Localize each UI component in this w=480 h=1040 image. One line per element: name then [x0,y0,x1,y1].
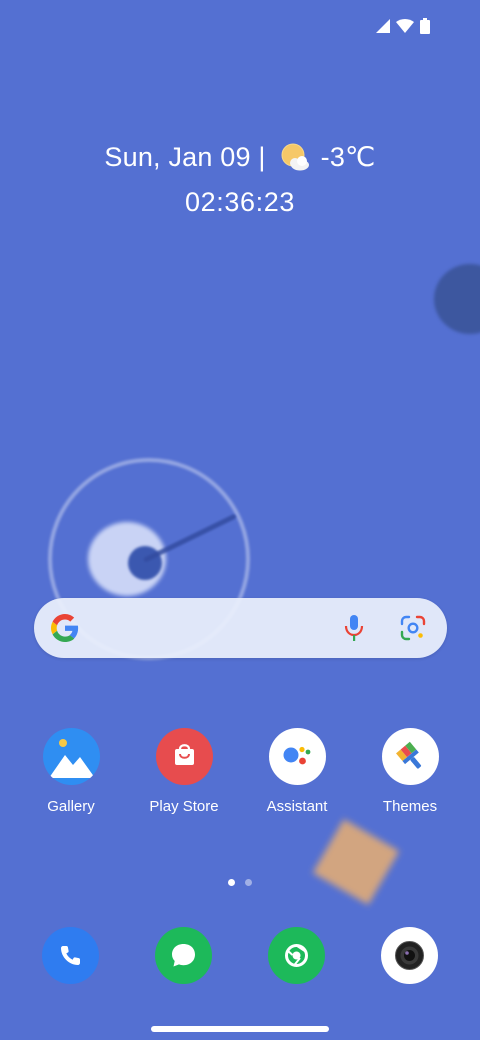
messages-icon[interactable] [155,927,212,984]
time-text: 02:36:23 [185,187,295,217]
date-weather-row: Sun, Jan 09 | -3℃ [0,138,480,176]
status-bar [376,18,430,34]
partly-sunny-icon [281,143,309,171]
app-assistant[interactable]: Assistant [242,728,352,816]
gesture-nav-bar[interactable] [151,1026,329,1032]
lens-icon[interactable] [400,615,426,641]
wallpaper-circle [434,264,480,334]
google-g-icon [51,614,79,642]
clock-widget[interactable]: Sun, Jan 09 | -3℃ 02:36:23 [0,138,480,221]
date-text: Sun, Jan 09 | [104,142,266,172]
camera-icon[interactable] [381,927,438,984]
chrome-icon[interactable] [268,927,325,984]
themes-icon [381,728,439,785]
wifi-icon [396,19,414,33]
cell-signal-icon [376,19,390,33]
battery-icon [420,18,430,34]
app-label: Themes [382,798,438,815]
app-play-store[interactable]: Play Store [129,728,239,816]
phone-icon[interactable] [42,927,99,984]
page-dot [245,879,252,886]
page-dot-active [228,879,235,886]
wallpaper-square [312,819,400,905]
home-screen: Sun, Jan 09 | -3℃ 02:36:23 Gallery Play … [0,0,480,1040]
play-store-icon [155,728,213,785]
app-themes[interactable]: Themes [355,728,465,816]
temperature-text: -3℃ [320,142,376,172]
gallery-icon [42,728,100,785]
google-search-bar[interactable] [34,598,447,658]
microphone-icon[interactable] [342,614,366,642]
page-indicator [228,879,252,886]
app-gallery[interactable]: Gallery [16,728,126,816]
app-label: Play Store [149,798,219,815]
app-label: Gallery [47,798,95,815]
app-label: Assistant [266,798,328,815]
assistant-icon [268,728,326,785]
